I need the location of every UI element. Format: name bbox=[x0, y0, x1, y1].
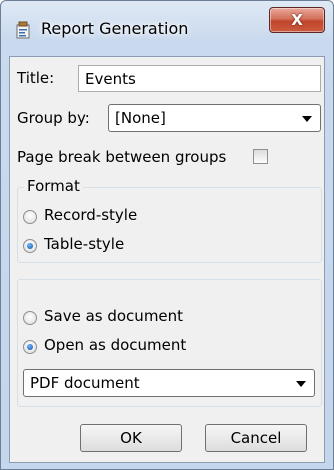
title-input[interactable] bbox=[78, 65, 321, 92]
document-type-value: PDF document bbox=[30, 374, 140, 392]
chevron-down-icon bbox=[296, 381, 306, 387]
format-group: Format Record-style Table-style bbox=[17, 177, 322, 263]
output-group: Save as document Open as document PDF do… bbox=[17, 279, 322, 407]
chevron-down-icon bbox=[302, 116, 312, 122]
table-style-label[interactable]: Table-style bbox=[44, 235, 124, 253]
group-by-select[interactable]: [None] bbox=[108, 104, 321, 132]
close-button[interactable]: X bbox=[269, 7, 325, 33]
title-label: Title: bbox=[17, 69, 55, 87]
format-legend: Format bbox=[24, 177, 83, 195]
record-style-radio[interactable] bbox=[23, 210, 37, 224]
group-by-value: [None] bbox=[115, 109, 166, 127]
window-title: Report Generation bbox=[41, 19, 189, 38]
page-break-checkbox[interactable] bbox=[253, 149, 268, 164]
title-bar[interactable]: Report Generation X bbox=[1, 1, 333, 59]
dialog-body: Title: Group by: [None] Page break betwe… bbox=[9, 56, 325, 463]
open-as-document-label[interactable]: Open as document bbox=[44, 336, 186, 354]
page-break-label: Page break between groups bbox=[17, 148, 227, 166]
save-as-document-label[interactable]: Save as document bbox=[44, 307, 183, 325]
ok-button[interactable]: OK bbox=[80, 424, 182, 452]
document-type-select[interactable]: PDF document bbox=[23, 369, 315, 397]
table-style-radio[interactable] bbox=[23, 239, 37, 253]
group-by-label: Group by: bbox=[17, 109, 90, 127]
record-style-label[interactable]: Record-style bbox=[44, 206, 137, 224]
open-as-document-radio[interactable] bbox=[23, 340, 37, 354]
close-icon: X bbox=[291, 11, 303, 29]
save-as-document-radio[interactable] bbox=[23, 311, 37, 325]
report-icon bbox=[16, 21, 30, 39]
cancel-button[interactable]: Cancel bbox=[205, 424, 307, 452]
report-generation-window: Report Generation X Title: Group by: [No… bbox=[0, 0, 334, 470]
